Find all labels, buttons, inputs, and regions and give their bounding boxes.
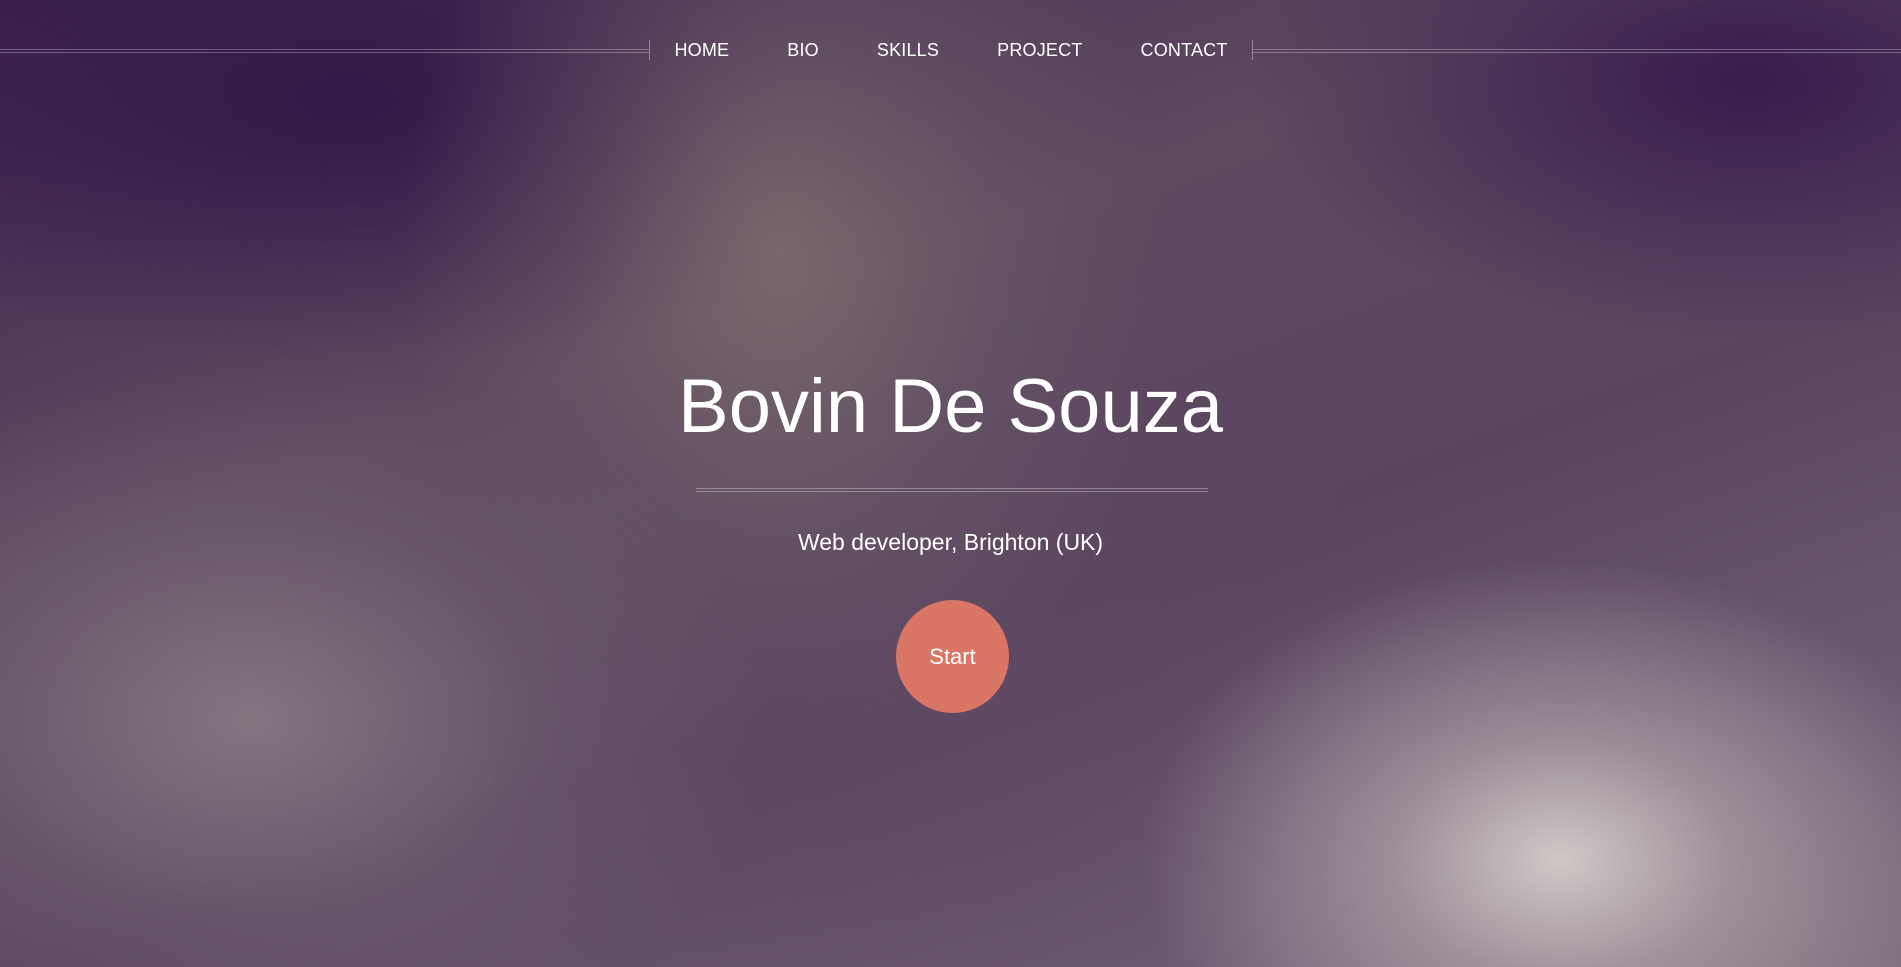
nav-item-project[interactable]: PROJECT — [997, 40, 1082, 61]
nav-item-bio[interactable]: BIO — [787, 40, 819, 61]
nav-tick-left — [649, 40, 650, 60]
nav-item-contact[interactable]: CONTACT — [1141, 40, 1228, 61]
hero-title: Bovin De Souza — [678, 364, 1223, 449]
top-navigation: HOME BIO SKILLS PROJECT CONTACT — [0, 28, 1901, 72]
nav-divider-right — [1253, 49, 1901, 53]
nav-divider-left — [0, 49, 649, 53]
start-button[interactable]: Start — [896, 600, 1009, 713]
background-gradient — [0, 0, 1901, 967]
hero-subtitle: Web developer, Brighton (UK) — [797, 529, 1104, 555]
nav-item-skills[interactable]: SKILLS — [877, 40, 939, 61]
hero-divider — [696, 488, 1208, 492]
nav-links: HOME BIO SKILLS PROJECT CONTACT — [652, 28, 1250, 72]
nav-item-home[interactable]: HOME — [674, 40, 729, 61]
